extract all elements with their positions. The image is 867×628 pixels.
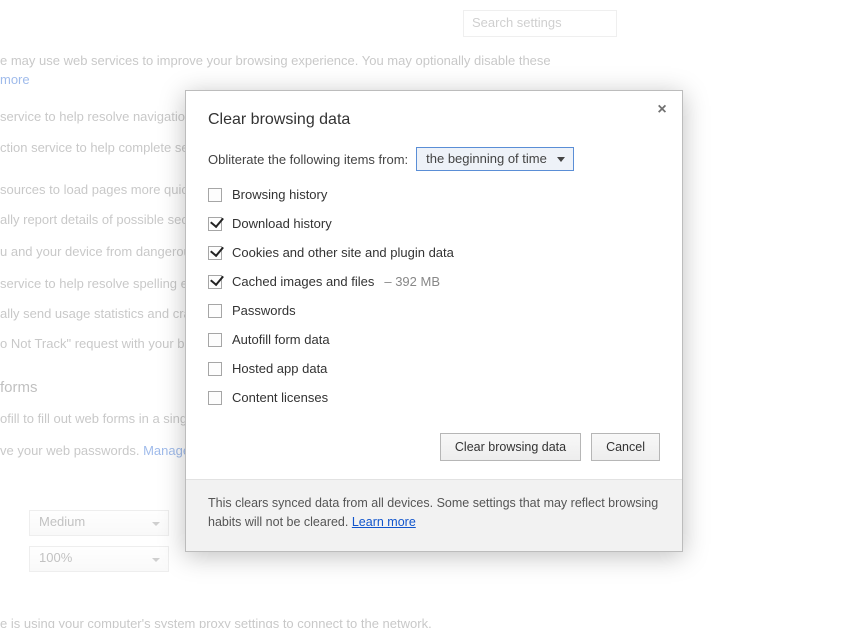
bg-text: ally report details of possible secur	[0, 212, 199, 227]
checkbox-row-download-history: Download history	[208, 216, 660, 231]
learn-more-link[interactable]: Learn more	[352, 515, 416, 529]
font-size-select[interactable]: Medium	[29, 510, 169, 536]
obliterate-label: Obliterate the following items from:	[208, 152, 408, 167]
clear-browsing-data-button[interactable]: Clear browsing data	[440, 433, 581, 461]
bg-text: e may use web services to improve your b…	[0, 53, 551, 68]
checkbox-label: Autofill form data	[232, 332, 330, 347]
dialog-body: Clear browsing data Obliterate the follo…	[186, 91, 682, 479]
timeframe-select[interactable]: the beginning of time	[416, 147, 574, 171]
bg-text: service to help resolve spelling err	[0, 276, 197, 291]
bg-learn-more-link[interactable]: more	[0, 72, 30, 87]
checkbox-browsing-history[interactable]	[208, 188, 222, 202]
checkbox-autofill[interactable]	[208, 333, 222, 347]
checkbox-label: Cookies and other site and plugin data	[232, 245, 454, 260]
checkbox-label: Browsing history	[232, 187, 327, 202]
checkbox-download-history[interactable]	[208, 217, 222, 231]
bg-text: service to help resolve navigation e	[0, 109, 203, 124]
checkbox-row-autofill: Autofill form data	[208, 332, 660, 347]
checkbox-label: Content licenses	[232, 390, 328, 405]
checkbox-row-browsing-history: Browsing history	[208, 187, 660, 202]
checkbox-row-hosted-app-data: Hosted app data	[208, 361, 660, 376]
checkbox-passwords[interactable]	[208, 304, 222, 318]
checkbox-row-passwords: Passwords	[208, 303, 660, 318]
checkbox-cached-images[interactable]	[208, 275, 222, 289]
checkbox-hosted-app-data[interactable]	[208, 362, 222, 376]
search-settings-input[interactable]: Search settings	[463, 10, 617, 37]
timeframe-row: Obliterate the following items from: the…	[208, 147, 660, 171]
checkbox-content-licenses[interactable]	[208, 391, 222, 405]
clear-browsing-data-dialog: × Clear browsing data Obliterate the fol…	[185, 90, 683, 552]
page-zoom-select[interactable]: 100%	[29, 546, 169, 572]
bg-text: ve your web passwords. Manage p	[0, 443, 201, 458]
bg-text: ction service to help complete sea	[0, 140, 196, 155]
checkbox-label: Download history	[232, 216, 332, 231]
checkbox-label: Passwords	[232, 303, 296, 318]
bg-text: ally send usage statistics and crash	[0, 306, 205, 321]
dialog-footer: This clears synced data from all devices…	[186, 479, 682, 551]
dialog-buttons: Clear browsing data Cancel	[208, 433, 660, 461]
bg-text: ofill to fill out web forms in a sing	[0, 411, 187, 426]
bg-text: e is using your computer's system proxy …	[0, 616, 432, 628]
close-icon[interactable]: ×	[652, 101, 672, 121]
cancel-button[interactable]: Cancel	[591, 433, 660, 461]
bg-text: u and your device from dangerous	[0, 244, 197, 259]
footer-text: This clears synced data from all devices…	[208, 496, 658, 529]
bg-text: o Not Track" request with your bro	[0, 336, 196, 351]
checkbox-row-cache: Cached images and files – 392 MB	[208, 274, 660, 289]
checkbox-cookies[interactable]	[208, 246, 222, 260]
checkbox-extra: – 392 MB	[384, 274, 440, 289]
checkbox-row-content-licenses: Content licenses	[208, 390, 660, 405]
checkbox-label: Cached images and files	[232, 274, 374, 289]
checkbox-row-cookies: Cookies and other site and plugin data	[208, 245, 660, 260]
section-header-forms: forms	[0, 379, 38, 396]
bg-text: sources to load pages more quick	[0, 182, 194, 197]
dialog-title: Clear browsing data	[208, 111, 660, 129]
checkbox-label: Hosted app data	[232, 361, 327, 376]
